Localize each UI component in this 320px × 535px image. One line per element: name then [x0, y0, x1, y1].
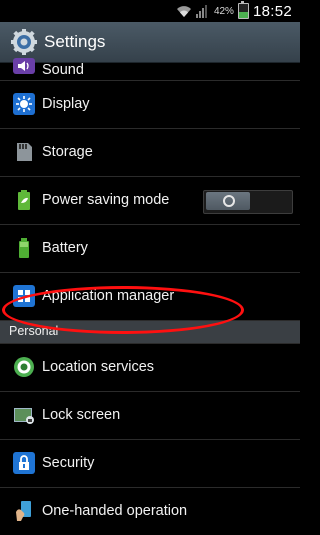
- display-icon: [13, 93, 35, 115]
- location-services-label: Location services: [42, 359, 155, 375]
- location-icon: [13, 356, 35, 378]
- sound-label: Sound: [42, 62, 84, 78]
- section-header-personal: Personal: [0, 321, 300, 344]
- list-item-lock-screen[interactable]: Lock screen: [0, 392, 300, 440]
- signal-icon: [195, 4, 210, 18]
- storage-icon: [13, 141, 35, 163]
- status-bar: 42% 18:52: [0, 0, 300, 22]
- battery-icon: [13, 237, 35, 259]
- power-saving-icon: [13, 189, 35, 211]
- battery-label: Battery: [42, 240, 88, 256]
- wifi-icon: [176, 4, 192, 18]
- lock-screen-label: Lock screen: [42, 407, 121, 423]
- power-saving-toggle[interactable]: [203, 190, 293, 214]
- list-item-display[interactable]: Display: [0, 81, 300, 129]
- app-grid-icon: [13, 285, 35, 307]
- title-bar: Settings: [0, 22, 300, 63]
- toggle-off-icon: [223, 195, 235, 207]
- one-handed-icon: [13, 500, 35, 522]
- security-label: Security: [42, 455, 95, 471]
- one-handed-label: One-handed operation: [42, 503, 188, 519]
- list-item-application-manager[interactable]: Application manager: [0, 273, 300, 321]
- power-saving-label: Power saving mode: [42, 192, 170, 208]
- battery-charging-icon: [237, 1, 249, 19]
- lock-screen-icon: [13, 404, 35, 426]
- list-item-one-handed-operation[interactable]: One-handed operation: [0, 488, 300, 535]
- page-title: Settings: [44, 32, 106, 51]
- list-item-location-services[interactable]: Location services: [0, 344, 300, 392]
- battery-percent: 42%: [213, 5, 234, 17]
- display-label: Display: [42, 96, 90, 112]
- list-item-storage[interactable]: Storage: [0, 129, 300, 177]
- list-item-sound[interactable]: Sound: [0, 58, 300, 81]
- toggle-knob: [206, 192, 250, 210]
- security-icon: [13, 452, 35, 474]
- settings-list: Sound Display Storage Power saving mode …: [0, 58, 300, 535]
- storage-label: Storage: [42, 144, 93, 160]
- list-item-security[interactable]: Security: [0, 440, 300, 488]
- list-item-power-saving[interactable]: Power saving mode: [0, 177, 300, 225]
- section-label: Personal: [9, 324, 59, 338]
- sound-icon: [13, 58, 35, 74]
- gear-icon[interactable]: [10, 28, 38, 56]
- list-item-battery[interactable]: Battery: [0, 225, 300, 273]
- application-manager-label: Application manager: [42, 288, 175, 304]
- clock: 18:52: [252, 2, 292, 20]
